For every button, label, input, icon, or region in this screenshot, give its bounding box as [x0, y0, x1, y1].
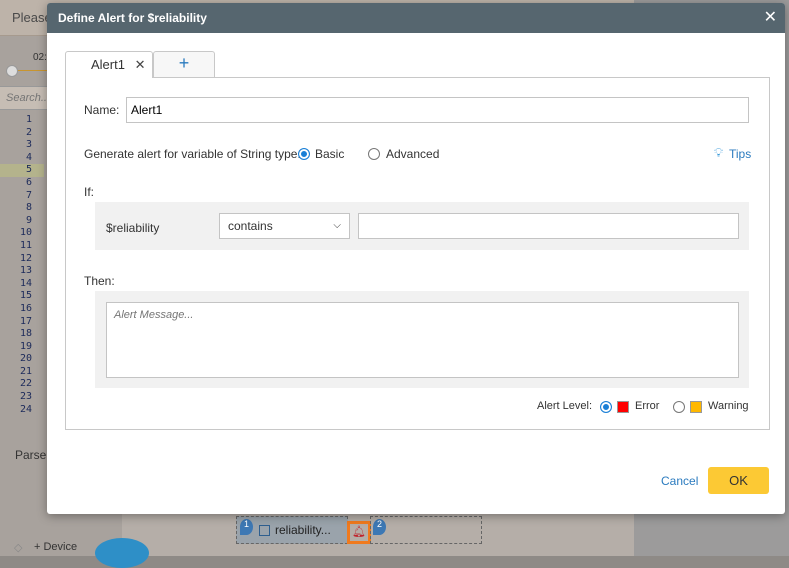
line-number: 11 [19, 239, 32, 251]
basic-label: Basic [315, 147, 345, 161]
warning-color-swatch [690, 401, 702, 413]
line-number: 20 [19, 353, 32, 365]
add-tab-label: + [178, 53, 190, 73]
advanced-label: Advanced [386, 147, 440, 161]
background-header-text: Please [12, 10, 52, 25]
timeline-bar [18, 70, 48, 71]
name-input[interactable] [126, 97, 749, 123]
define-alert-dialog: Define Alert for $reliability ✕ Alert1 ✕… [47, 3, 785, 514]
dialog-header: Define Alert for $reliability [47, 3, 785, 33]
router-icon [95, 538, 149, 568]
line-number: 14 [19, 277, 32, 289]
pin-1: 1 [240, 519, 253, 535]
cancel-button[interactable]: Cancel [661, 474, 698, 488]
line-number: 21 [19, 365, 32, 377]
operator-select[interactable]: contains ⌵ [219, 213, 350, 239]
variable-label: $reliability [106, 221, 160, 235]
node-label: reliability... [275, 523, 331, 537]
alert-level-label: Alert Level: [537, 400, 593, 412]
line-number: 7 [25, 189, 32, 201]
warning-label: Warning [708, 400, 749, 412]
add-device-button[interactable]: + Device [34, 541, 77, 553]
pin-2: 2 [373, 519, 386, 535]
operator-value: contains [228, 219, 273, 233]
line-number: 10 [19, 227, 32, 239]
ok-button[interactable]: OK [708, 467, 769, 494]
then-row [95, 291, 749, 388]
generate-label: Generate alert for variable of String ty… [84, 147, 301, 161]
line-number: 3 [25, 139, 32, 151]
add-tab-button[interactable]: + [153, 51, 215, 77]
tab-label: Alert1 [91, 57, 125, 72]
alert-panel: Name: Generate alert for variable of Str… [65, 77, 770, 430]
line-number: 15 [19, 290, 32, 302]
basic-radio[interactable] [298, 148, 310, 160]
chevron-down-icon: ⌵ [333, 220, 341, 231]
line-number: 13 [19, 265, 32, 277]
name-label: Name: [84, 103, 120, 117]
parser-node[interactable]: 1 reliability... [236, 516, 348, 544]
next-node-slot: 2 [370, 516, 482, 544]
line-number: 18 [19, 328, 32, 340]
line-number: 23 [19, 391, 32, 403]
variable-icon [259, 525, 270, 536]
alert-bell-icon[interactable]: 🔔︎ [347, 521, 371, 544]
line-number: 2 [25, 126, 32, 138]
error-color-swatch [617, 401, 629, 413]
line-number: 19 [19, 340, 32, 352]
line-number: 12 [19, 252, 32, 264]
line-number: 22 [19, 378, 32, 390]
if-label: If: [84, 185, 95, 199]
warning-radio[interactable] [673, 401, 685, 413]
device-icon: ◇ [14, 542, 23, 554]
condition-row: $reliability contains ⌵ [95, 202, 749, 250]
tips-link[interactable]: Tips [729, 147, 751, 161]
line-number: 5 [0, 164, 44, 177]
close-icon[interactable]: ✕ [764, 3, 777, 33]
dialog-title: Define Alert for $reliability [58, 11, 207, 25]
search-input[interactable] [0, 86, 47, 110]
line-number: 4 [25, 151, 32, 163]
lightbulb-icon[interactable]: 💡︎ [714, 145, 723, 161]
tab-alert1[interactable]: Alert1 ✕ [65, 51, 153, 78]
close-tab-icon[interactable]: ✕ [135, 57, 146, 72]
timeline-prev-button[interactable] [6, 65, 18, 77]
line-number: 9 [25, 214, 32, 226]
time-label: 02: [33, 52, 47, 63]
parser-label: Parser [15, 448, 51, 462]
line-number: 24 [19, 403, 32, 415]
advanced-radio[interactable] [368, 148, 380, 160]
line-number: 8 [25, 202, 32, 214]
line-number: 17 [19, 315, 32, 327]
line-number: 1 [25, 114, 32, 125]
line-number: 6 [25, 176, 32, 188]
then-label: Then: [84, 274, 115, 288]
alert-message-textarea[interactable] [106, 302, 739, 378]
error-radio[interactable] [600, 401, 612, 413]
line-numbers: 1 2 3 4 5 6 7 8 9 10 11 12 13 14 15 16 17 18 19 20 21 22 23 24 [0, 114, 44, 416]
condition-value-input[interactable] [358, 213, 739, 239]
error-label: Error [635, 400, 660, 412]
line-number: 16 [19, 302, 32, 314]
